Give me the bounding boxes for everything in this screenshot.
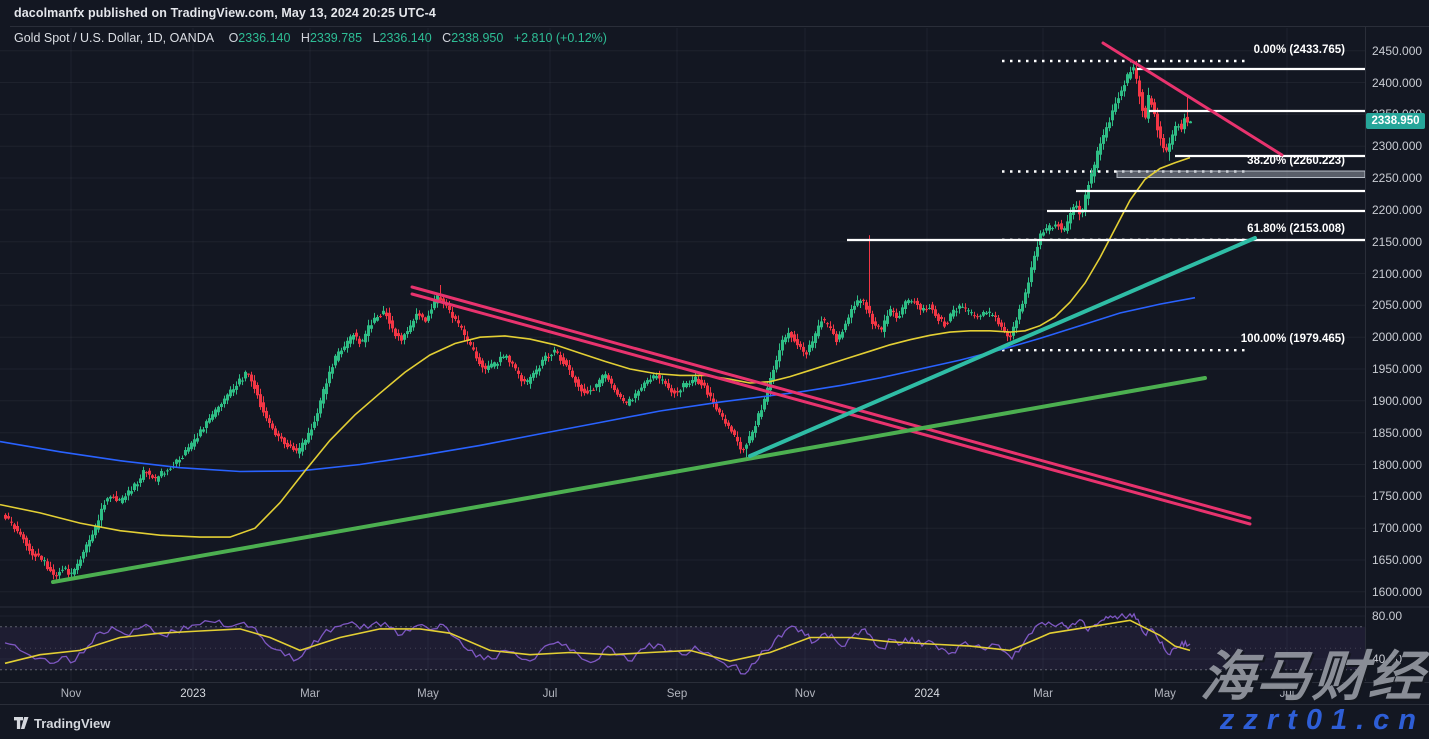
change-value: +2.810 (+0.12%)	[514, 31, 607, 45]
price-tick-label: 2250.000	[1372, 171, 1422, 185]
time-tick-label: Jul	[1280, 688, 1295, 700]
time-tick-label: 2023	[180, 688, 206, 700]
fib-level-label: 0.00% (2433.765)	[1145, 44, 1345, 56]
price-tick-label: 1800.000	[1372, 458, 1422, 472]
open-value: 2336.140	[238, 31, 290, 45]
rsi-tick-label: 40.00	[1372, 652, 1402, 666]
time-tick-label: Nov	[61, 688, 81, 700]
close-label: C	[442, 31, 451, 45]
high-value: 2339.785	[310, 31, 362, 45]
low-label: L	[373, 31, 380, 45]
price-tick-label: 2300.000	[1372, 139, 1422, 153]
time-tick-label: Jul	[543, 688, 558, 700]
high-label: H	[301, 31, 310, 45]
time-tick-label: Mar	[300, 688, 320, 700]
time-tick-label: May	[1154, 688, 1176, 700]
fib-level-label: 61.80% (2153.008)	[1145, 223, 1345, 235]
candlestick-chart-canvas[interactable]	[0, 0, 1429, 739]
tradingview-logo-icon[interactable]	[14, 716, 30, 730]
price-tick-label: 2050.000	[1372, 298, 1422, 312]
price-tick-label: 2400.000	[1372, 76, 1422, 90]
price-tick-label: 1650.000	[1372, 553, 1422, 567]
price-tick-label: 1850.000	[1372, 426, 1422, 440]
symbol-legend[interactable]: Gold Spot / U.S. Dollar, 1D, OANDA O2336…	[14, 31, 607, 45]
time-tick-label: May	[417, 688, 439, 700]
price-tick-label: 2000.000	[1372, 330, 1422, 344]
price-tick-label: 1600.000	[1372, 585, 1422, 599]
time-tick-label: Mar	[1033, 688, 1053, 700]
rsi-tick-label: 80.00	[1372, 609, 1402, 623]
time-tick-label: Nov	[795, 688, 815, 700]
price-tick-label: 1900.000	[1372, 394, 1422, 408]
price-tick-label: 1750.000	[1372, 489, 1422, 503]
price-tick-label: 2450.000	[1372, 44, 1422, 58]
price-tick-label: 2150.000	[1372, 235, 1422, 249]
last-price-badge: 2338.950	[1366, 113, 1425, 129]
tradingview-chart-window: dacolmanfx published on TradingView.com,…	[0, 0, 1429, 739]
fib-level-label: 38.20% (2260.223)	[1145, 155, 1345, 167]
attribution-bar: TradingView	[0, 706, 1429, 739]
price-tick-label: 1700.000	[1372, 521, 1422, 535]
tradingview-wordmark[interactable]: TradingView	[34, 716, 110, 731]
time-axis[interactable]: Nov 2023 Mar May Jul Sep Nov 2024 Mar May Jul	[0, 682, 1429, 705]
fib-level-label: 100.00% (1979.465)	[1145, 333, 1345, 345]
open-label: O	[229, 31, 239, 45]
price-tick-label: 2100.000	[1372, 267, 1422, 281]
price-tick-label: 2200.000	[1372, 203, 1422, 217]
low-value: 2336.140	[380, 31, 432, 45]
close-value: 2338.950	[451, 31, 503, 45]
time-tick-label: 2024	[914, 688, 940, 700]
symbol-title[interactable]: Gold Spot / U.S. Dollar, 1D, OANDA	[14, 31, 214, 45]
price-tick-label: 1950.000	[1372, 362, 1422, 376]
time-tick-label: Sep	[667, 688, 687, 700]
